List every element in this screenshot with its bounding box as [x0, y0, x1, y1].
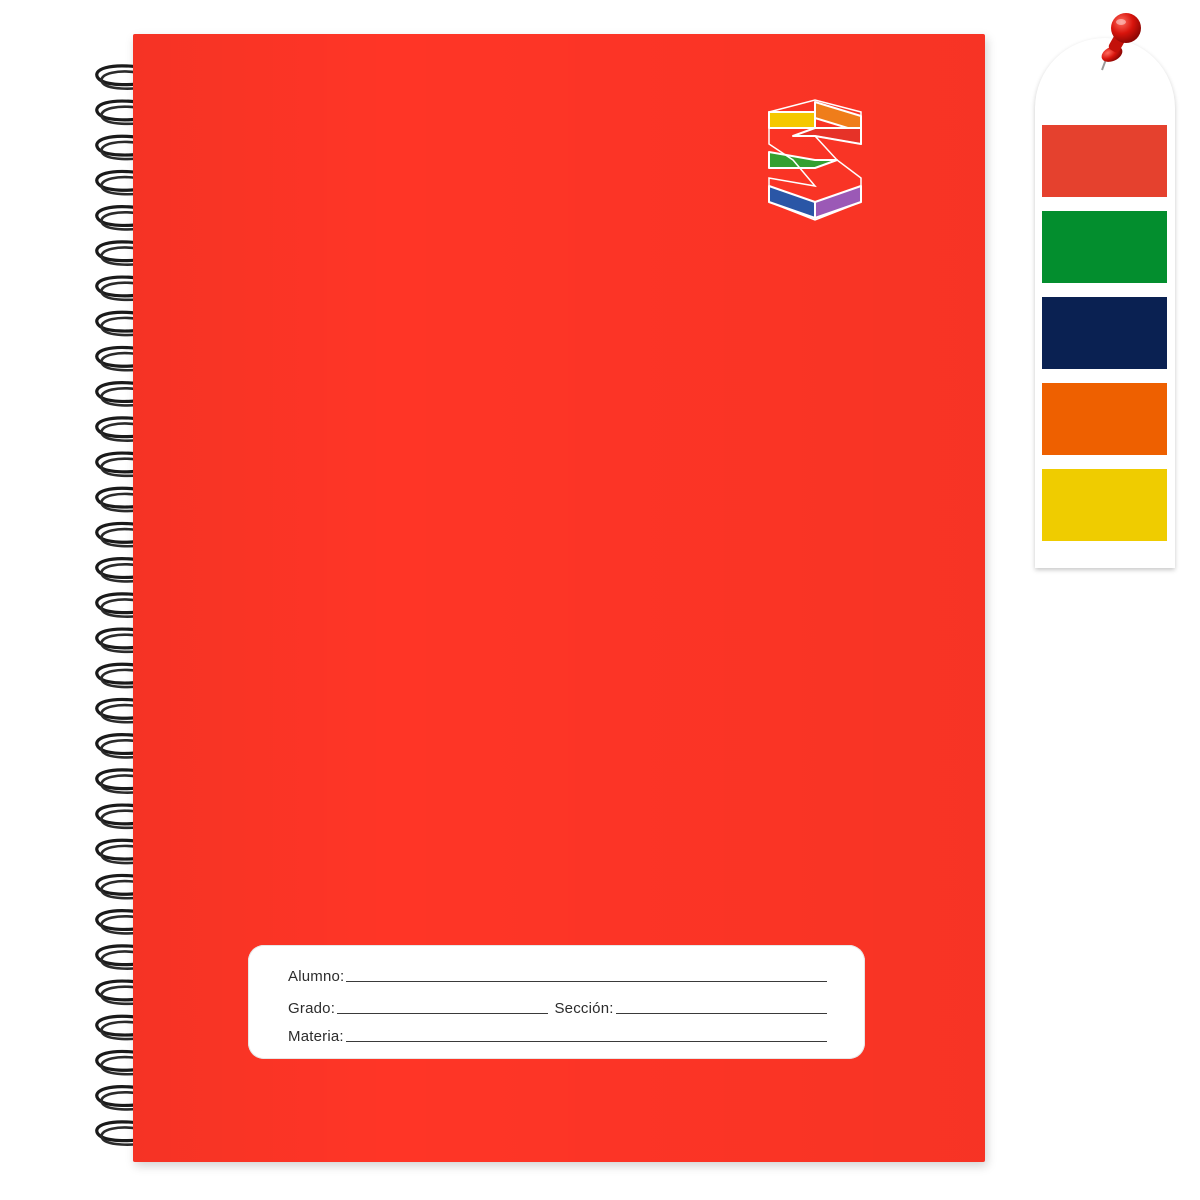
seccion-line: [615, 1013, 828, 1014]
color-swatch-orange[interactable]: [1042, 383, 1167, 455]
materia-row: Materia:: [288, 1025, 827, 1045]
materia-line: [345, 1041, 827, 1042]
grado-line: [337, 1013, 549, 1014]
push-pin-icon: [1101, 13, 1141, 71]
color-swatch-navy[interactable]: [1042, 297, 1167, 369]
color-swatch-green[interactable]: [1042, 211, 1167, 283]
alumno-line: [346, 981, 827, 982]
grado-seccion-row: Grado: Sección:: [288, 997, 828, 1017]
color-swatch-yellow[interactable]: [1042, 469, 1167, 541]
alumno-label: Alumno:: [288, 968, 345, 985]
hexagonal-s-logo-icon: [768, 99, 862, 221]
alumno-row: Alumno:: [288, 965, 827, 985]
seccion-label: Sección:: [554, 1000, 614, 1017]
grado-label: Grado:: [288, 1000, 336, 1017]
name-label-card: Alumno: Grado: Sección: Materia:: [248, 945, 865, 1059]
color-swatch-red[interactable]: [1042, 125, 1167, 197]
materia-label: Materia:: [288, 1028, 344, 1045]
